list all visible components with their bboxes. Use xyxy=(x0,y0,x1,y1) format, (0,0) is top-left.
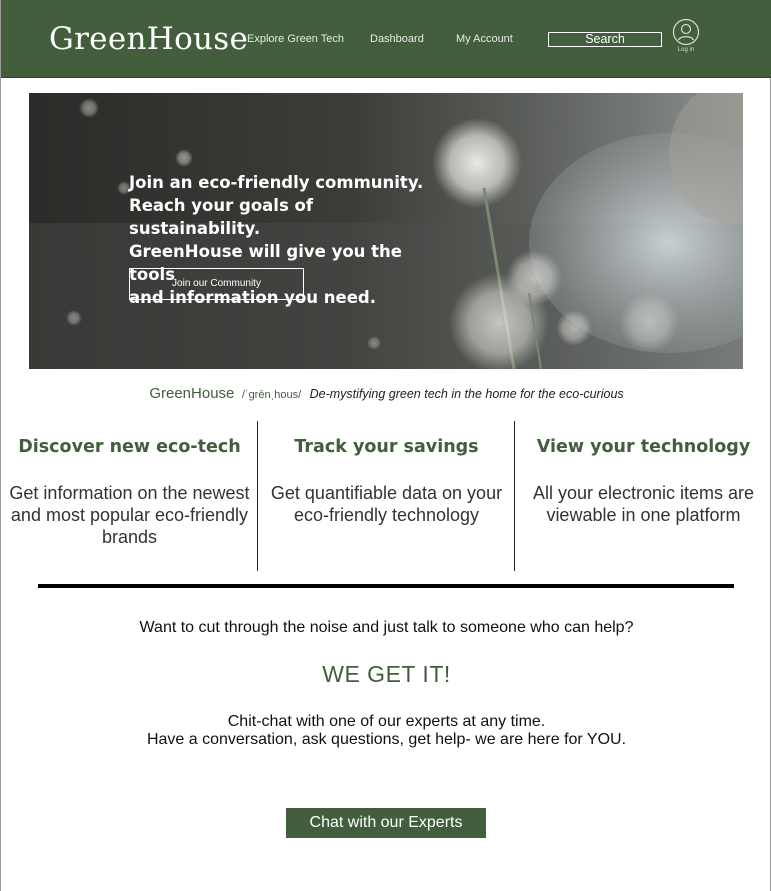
tagline-phonetic: /ˈgrēnˌhous/ xyxy=(241,389,302,401)
login-button[interactable]: Log in xyxy=(671,18,701,58)
feature-body: All your electronic items are viewable i… xyxy=(532,483,755,525)
hero-line: Reach your goals of sustainability. xyxy=(129,196,314,238)
contact-description: Chit-chat with one of our experts at any… xyxy=(1,713,771,749)
join-community-button[interactable]: Join our Community xyxy=(129,268,304,300)
chat-with-experts-button[interactable]: Chat with our Experts xyxy=(286,808,486,838)
feature-track-savings: Track your savings Get quantifiable data… xyxy=(258,437,515,526)
login-label: Log in xyxy=(677,47,695,53)
tagline-brand: GreenHouse xyxy=(149,385,235,402)
nav-my-account[interactable]: My Account xyxy=(456,33,513,45)
feature-title: View your technology xyxy=(536,437,751,457)
hero-banner: Join an eco-friendly community. Reach yo… xyxy=(29,93,743,369)
feature-body: Get quantifiable data on your eco-friend… xyxy=(270,483,503,525)
site-logo[interactable]: GreenHouse xyxy=(49,21,248,57)
contact-question: Want to cut through the noise and just t… xyxy=(139,619,634,636)
feature-title: Track your savings xyxy=(294,437,479,457)
hero-line: Join an eco-friendly community. xyxy=(129,173,424,192)
section-divider xyxy=(38,584,734,588)
feature-view-technology: View your technology All your electronic… xyxy=(515,437,771,526)
brand-tagline: GreenHouse /ˈgrēnˌhous/ De-mystifying gr… xyxy=(1,385,771,403)
contact-line: Chit-chat with one of our experts at any… xyxy=(227,713,546,730)
top-navbar: GreenHouse Explore Green Tech Dashboard … xyxy=(1,0,771,78)
contact-line: Have a conversation, ask questions, get … xyxy=(146,731,627,748)
feature-title: Discover new eco-tech xyxy=(18,437,241,457)
nav-dashboard[interactable]: Dashboard xyxy=(370,33,424,45)
search-button[interactable]: Search xyxy=(548,32,662,47)
feature-body: Get information on the newest and most p… xyxy=(9,483,250,547)
feature-discover: Discover new eco-tech Get information on… xyxy=(1,437,258,548)
tagline-description: De-mystifying green tech in the home for… xyxy=(309,387,624,401)
contact-headline: WE GET IT! xyxy=(322,661,451,687)
user-circle-icon xyxy=(672,18,700,46)
nav-explore-green-tech[interactable]: Explore Green Tech xyxy=(247,33,344,45)
